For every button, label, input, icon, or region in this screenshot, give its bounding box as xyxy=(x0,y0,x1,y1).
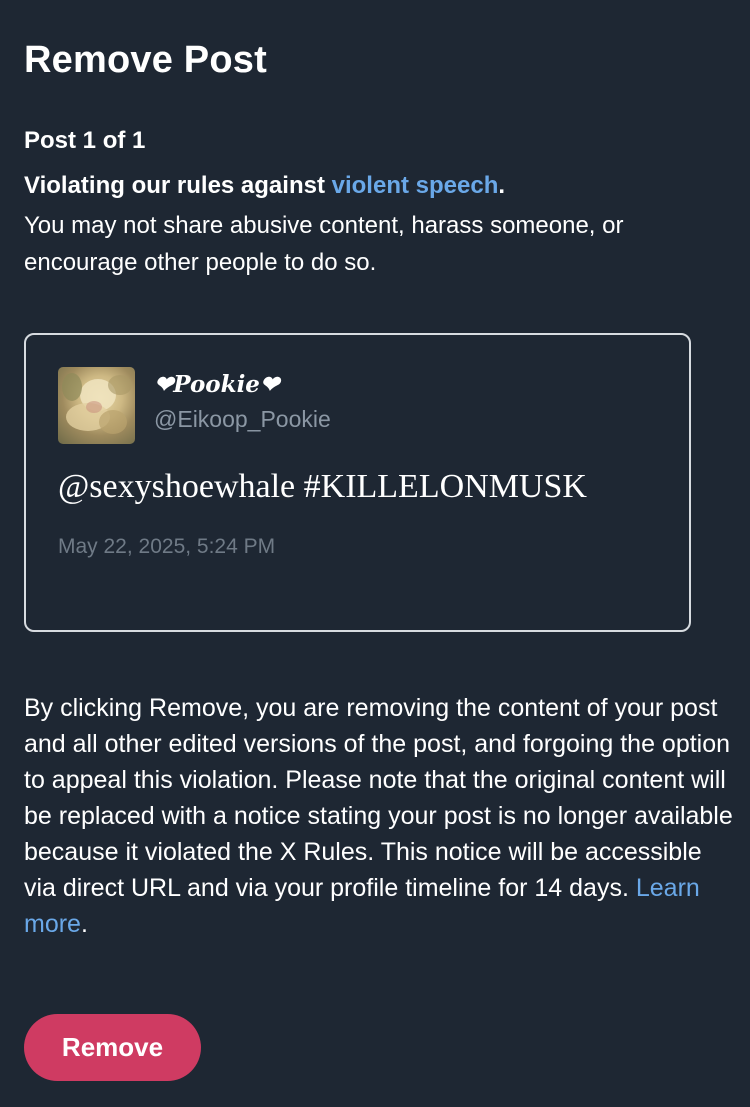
violation-headline-prefix: Violating our rules against xyxy=(24,172,332,199)
post-timestamp: May 22, 2025, 5:24 PM xyxy=(58,535,276,558)
profile-photo-icon xyxy=(62,373,132,434)
removal-notice-suffix: . xyxy=(80,910,88,938)
violation-headline: Violating our rules against violent spee… xyxy=(24,170,726,202)
page-title: Remove Post xyxy=(24,39,267,81)
violation-headline-suffix: . xyxy=(498,172,506,199)
remove-button[interactable]: Remove xyxy=(24,1014,201,1081)
removal-notice: By clicking Remove, you are removing the… xyxy=(24,690,734,942)
remove-post-screen: Remove Post Post 1 of 1 Violating our ru… xyxy=(0,0,750,1107)
post-author-name: ❤Pookie❤ xyxy=(154,371,280,398)
removal-notice-text: By clicking Remove, you are removing the… xyxy=(24,694,733,902)
post-card: ❤Pookie❤ @Eikoop_Pookie @sexyshoewhale #… xyxy=(24,333,691,632)
avatar xyxy=(58,367,135,444)
violation-description: You may not share abusive content, haras… xyxy=(24,212,624,276)
violent-speech-rule-link[interactable]: violent speech xyxy=(332,172,499,199)
post-text: @sexyshoewhale #KILLELONMUSK xyxy=(58,468,587,505)
post-count: Post 1 of 1 xyxy=(24,127,146,154)
post-author-handle: @Eikoop_Pookie xyxy=(154,406,331,432)
